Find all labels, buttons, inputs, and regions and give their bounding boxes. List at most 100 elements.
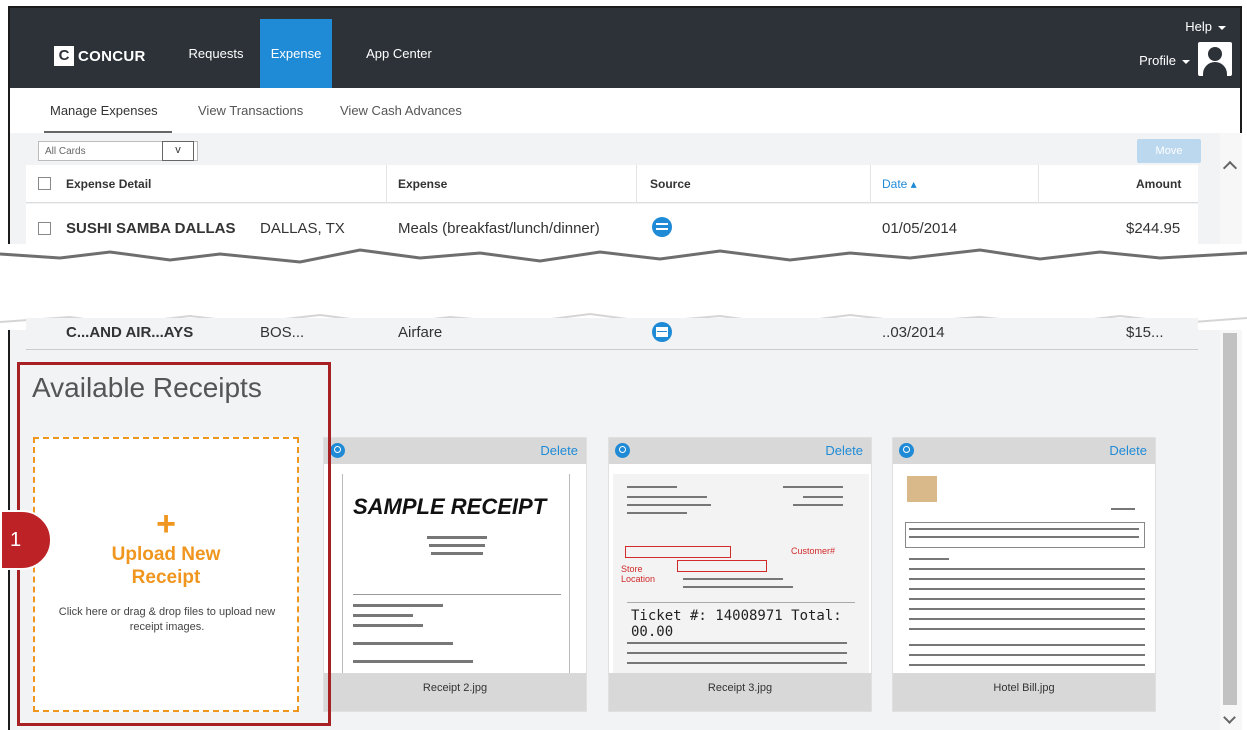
receipt-text-line <box>909 664 1145 666</box>
receipt-text-line <box>803 496 843 498</box>
sub-nav: Manage Expenses View Transactions View C… <box>10 88 1240 134</box>
nav-requests[interactable]: Requests <box>174 19 258 88</box>
receipt-text-line <box>353 604 443 607</box>
top-nav: C CONCUR Requests Expense App Center Hel… <box>10 8 1240 88</box>
move-button[interactable]: Move <box>1137 139 1201 163</box>
receipt-text-line <box>909 618 1145 620</box>
nav-expense[interactable]: Expense <box>260 19 332 88</box>
col-date[interactable]: Date ▴ <box>882 177 917 191</box>
expense-date: ..03/2014 <box>882 324 945 341</box>
col-expense-detail[interactable]: Expense Detail <box>66 177 151 191</box>
receipt-filename: Receipt 3.jpg <box>609 673 871 711</box>
receipt-card-header: Delete <box>609 438 871 464</box>
receipt-heading: SAMPLE RECEIPT <box>353 494 547 519</box>
table-header: Expense Detail Expense Source Date ▴ Amo… <box>26 165 1198 203</box>
col-expense[interactable]: Expense <box>398 177 447 191</box>
merchant-name: SUSHI SAMBA DALLAS <box>66 220 236 237</box>
receipt-text-line <box>627 652 847 654</box>
col-amount[interactable]: Amount <box>1136 177 1181 191</box>
receipt-card[interactable]: Delete Hotel Bill.jpg <box>892 437 1156 712</box>
row-checkbox[interactable] <box>38 222 51 235</box>
delete-receipt-button[interactable]: Delete <box>825 443 863 458</box>
help-label: Help <box>1185 19 1212 34</box>
receipt-text-line <box>627 504 711 506</box>
upload-title-line2: Receipt <box>131 567 201 588</box>
delete-receipt-button[interactable]: Delete <box>540 443 578 458</box>
receipt-text-line <box>909 654 1145 656</box>
receipt-filename: Receipt 2.jpg <box>324 673 586 711</box>
avatar[interactable] <box>1198 42 1232 76</box>
vertical-scrollbar[interactable] <box>1220 133 1242 730</box>
receipt-card-header: Delete <box>893 438 1155 464</box>
column-divider <box>1038 165 1039 203</box>
receipt-text-line <box>353 624 423 627</box>
receipt-text-line <box>627 662 847 664</box>
receipt-text-line <box>909 598 1145 600</box>
expense-type: Airfare <box>398 324 443 341</box>
logo-mark: C <box>54 46 74 66</box>
hotel-logo-image <box>907 476 937 502</box>
receipt-text-line <box>429 544 485 547</box>
delete-receipt-button[interactable]: Delete <box>1109 443 1147 458</box>
help-menu[interactable]: Help <box>1185 19 1226 34</box>
column-divider <box>870 165 871 203</box>
expense-date: 01/05/2014 <box>882 220 958 237</box>
upload-receipt-dropzone[interactable]: + Upload New Receipt Click here or drag … <box>33 437 299 712</box>
merchant-location: DALLAS, TX <box>260 220 345 237</box>
plus-icon: + <box>156 505 176 543</box>
receipt-text-line <box>627 512 687 514</box>
receipt-text-line <box>909 528 1139 530</box>
profile-label: Profile <box>1139 53 1176 68</box>
nav-app-center[interactable]: App Center <box>354 19 444 88</box>
receipt-card-header: Delete <box>324 438 586 464</box>
tab-manage-expenses[interactable]: Manage Expenses <box>50 103 158 118</box>
receipt-text-line <box>353 660 473 663</box>
upload-description: Click here or drag & drop files to uploa… <box>58 606 276 633</box>
receipt-card[interactable]: Delete SAMPLE RECEIPT Receipt 2.jpg <box>323 437 587 712</box>
receipt-divider <box>627 602 855 603</box>
zoom-icon[interactable] <box>899 443 914 458</box>
zoom-icon[interactable] <box>615 443 630 458</box>
scroll-thumb[interactable] <box>1223 333 1237 705</box>
avatar-body <box>1203 62 1227 76</box>
receipt-text-line <box>909 578 1145 580</box>
upload-title: Upload New Receipt <box>35 543 297 589</box>
table-row[interactable]: C...AND AIR...AYS BOS... Airfare ..03/20… <box>26 318 1198 350</box>
receipt-thumbnail[interactable]: Customer# Store Location Ticket #: 14008… <box>613 474 869 674</box>
merchant-location: BOS... <box>260 324 305 341</box>
annotation-box <box>677 560 767 572</box>
upload-title-line1: Upload New <box>111 544 221 565</box>
annotation-store-location: Store Location <box>621 564 656 584</box>
annotation-customer: Customer# <box>791 546 836 556</box>
tab-view-transactions[interactable]: View Transactions <box>198 103 303 118</box>
receipt-thumbnail[interactable]: SAMPLE RECEIPT <box>342 474 570 674</box>
chevron-down-icon[interactable]: v <box>162 141 194 161</box>
receipt-text-line <box>909 608 1145 610</box>
annotation-box <box>625 546 731 558</box>
tab-view-cash-advances[interactable]: View Cash Advances <box>340 103 462 118</box>
receipt-text-line <box>627 486 677 488</box>
receipt-text-line <box>909 588 1145 590</box>
receipt-thumbnail[interactable] <box>901 474 1149 674</box>
receipt-card[interactable]: Delete Customer# Store Location Ticket #… <box>608 437 872 712</box>
profile-menu[interactable]: Profile <box>1139 53 1190 68</box>
receipt-text-line <box>427 536 487 539</box>
receipt-divider <box>353 594 561 595</box>
select-all-checkbox[interactable] <box>38 177 51 190</box>
column-divider <box>386 165 387 203</box>
receipt-text-line <box>683 586 793 588</box>
calendar-icon <box>652 322 672 346</box>
receipt-text-line <box>909 644 1145 646</box>
logo-text: CONCUR <box>78 47 146 65</box>
ticket-total: Ticket #: 14008971 Total: 00.00 <box>631 608 842 640</box>
merchant-name: C...AND AIR...AYS <box>66 324 194 341</box>
zoom-icon[interactable] <box>330 443 345 458</box>
receipt-text-line <box>909 558 949 560</box>
scroll-down-icon[interactable] <box>1223 711 1236 724</box>
chevron-down-icon <box>1182 59 1190 64</box>
col-source[interactable]: Source <box>650 177 691 191</box>
receipt-text-line <box>909 568 1145 570</box>
receipt-text-line <box>793 504 843 506</box>
concur-logo[interactable]: C CONCUR <box>54 43 162 69</box>
scroll-up-icon[interactable] <box>1222 160 1238 176</box>
